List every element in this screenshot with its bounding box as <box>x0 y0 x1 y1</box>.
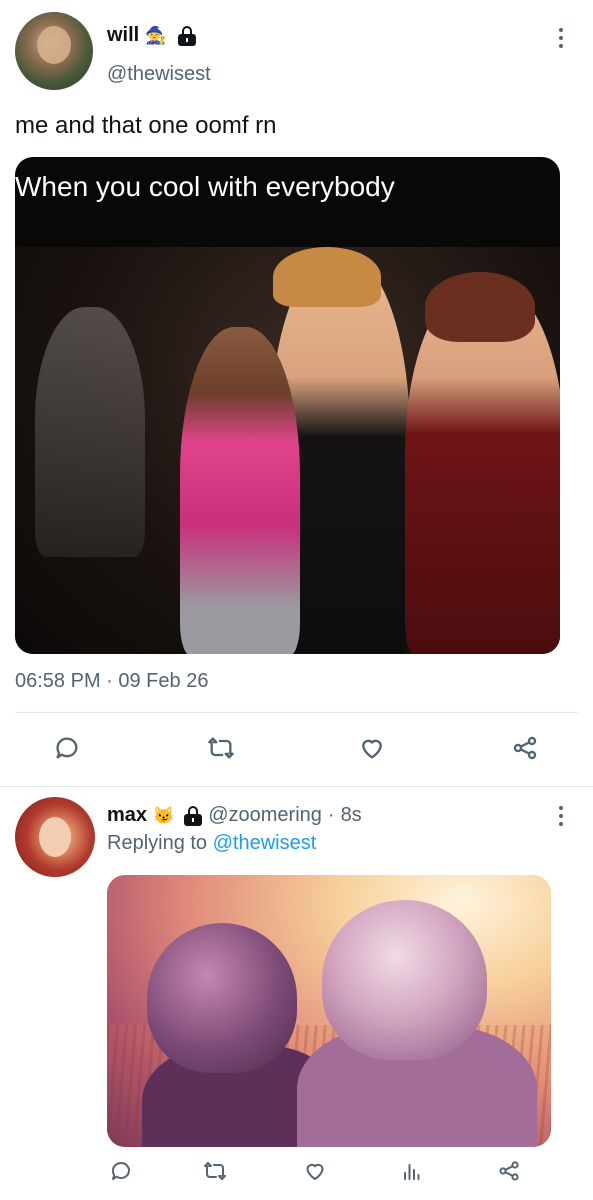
reply-icon[interactable] <box>50 731 84 765</box>
media-caption: When you cool with everybody <box>15 171 395 202</box>
lock-icon <box>184 805 203 826</box>
share-icon[interactable] <box>508 731 542 765</box>
tweet-media-image[interactable]: When you cool with everybody <box>15 157 560 654</box>
retweet-icon[interactable] <box>202 731 240 765</box>
like-icon[interactable] <box>355 731 389 765</box>
reply-handle[interactable]: @zoomering <box>208 804 322 827</box>
replying-to-line: Replying to @thewisest <box>107 832 316 855</box>
views-icon[interactable] <box>398 1156 426 1186</box>
replying-label: Replying to <box>107 832 208 854</box>
author-handle[interactable]: @thewisest <box>107 63 211 86</box>
more-options-icon[interactable] <box>551 803 571 829</box>
like-icon[interactable] <box>301 1156 329 1186</box>
avatar[interactable] <box>15 12 93 90</box>
author-name-row: will 🧙 <box>107 24 197 47</box>
tweet-text: me and that one oomf rn <box>15 112 277 139</box>
avatar[interactable] <box>15 797 95 877</box>
divider <box>15 712 578 713</box>
reply-icon[interactable] <box>107 1156 135 1186</box>
more-options-icon[interactable] <box>551 25 571 51</box>
reply-author-row: max 😼 @zoomering · 8s <box>107 804 362 827</box>
meta-separator: · <box>327 804 335 826</box>
tweet-timestamp[interactable]: 06:58 PM · 09 Feb 26 <box>15 670 208 693</box>
display-name[interactable]: max <box>107 804 147 827</box>
reply-media-image[interactable] <box>107 875 551 1147</box>
cat-emoji: 😼 <box>153 806 175 825</box>
time-ago[interactable]: 8s <box>341 804 362 827</box>
share-icon[interactable] <box>495 1156 523 1186</box>
display-name[interactable]: will <box>107 24 139 47</box>
retweet-icon[interactable] <box>199 1156 231 1186</box>
wizard-emoji: 🧙 <box>145 26 167 45</box>
photo-scene <box>15 247 560 654</box>
replying-to-mention[interactable]: @thewisest <box>213 832 317 854</box>
lock-icon <box>178 25 197 46</box>
